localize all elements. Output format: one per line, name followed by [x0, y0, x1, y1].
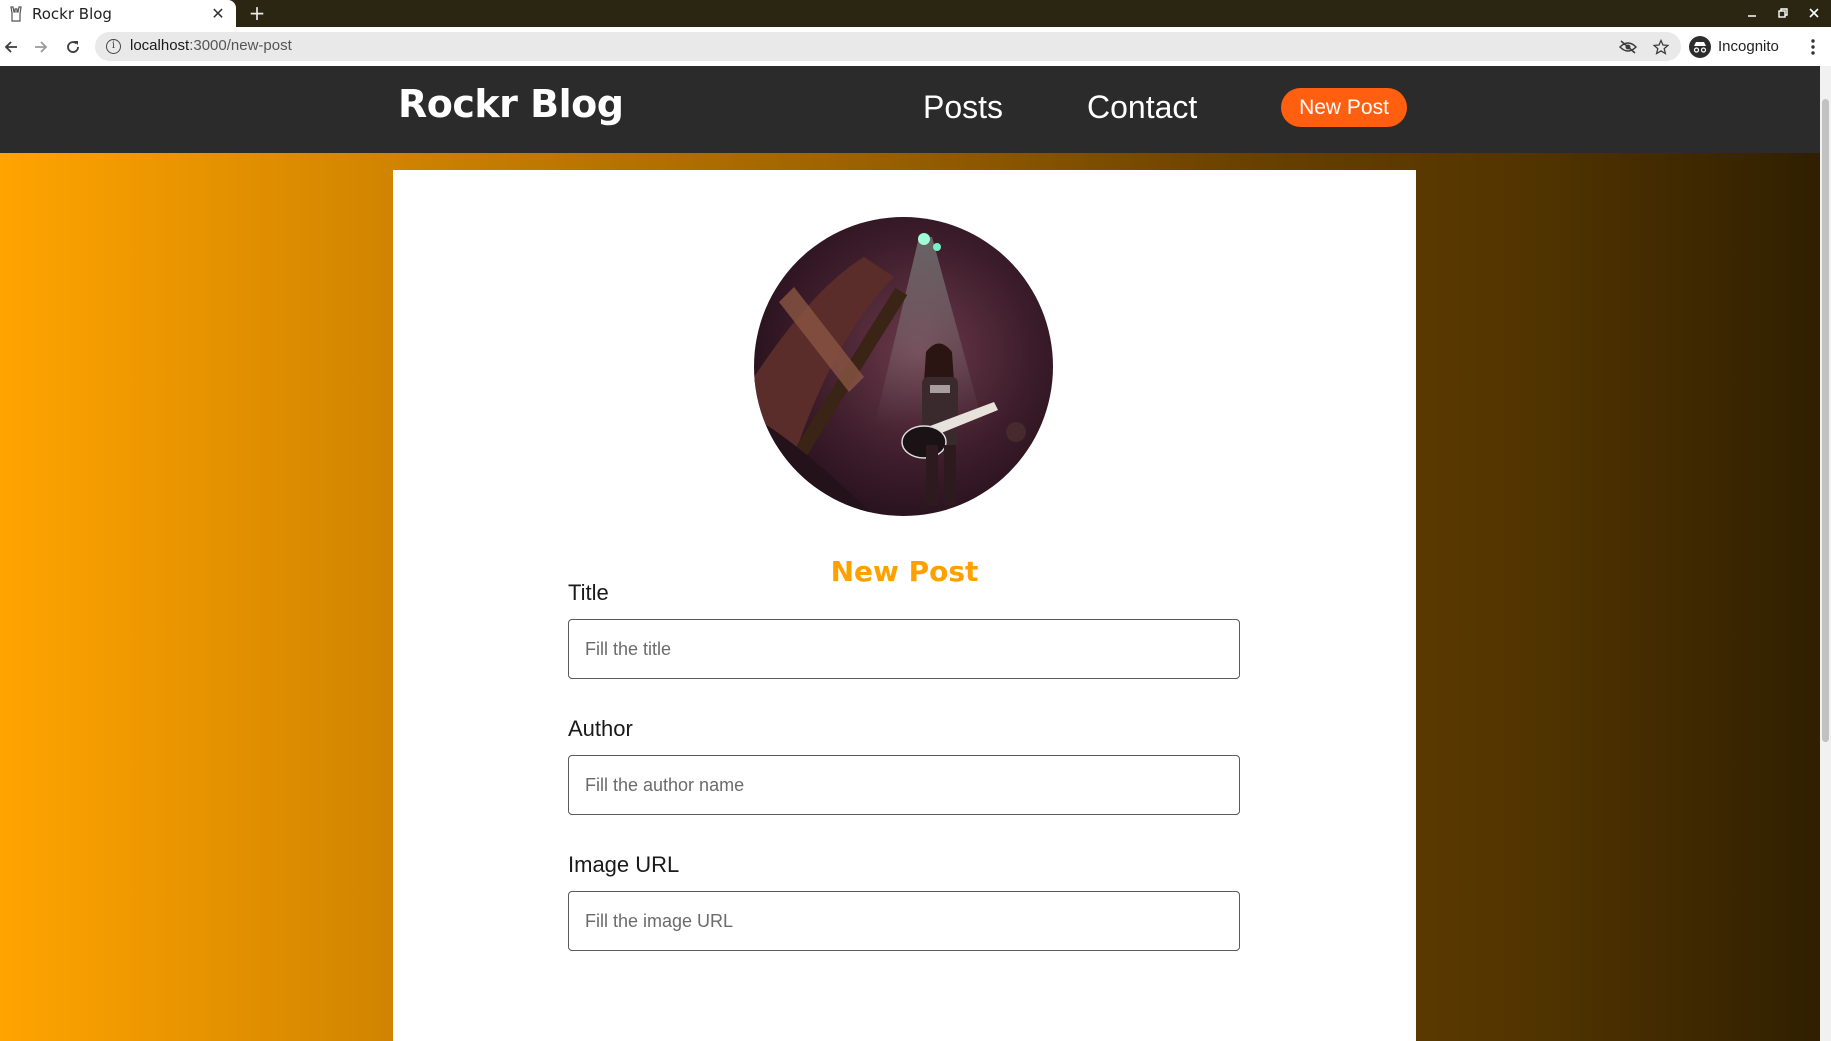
- minimize-icon[interactable]: [1740, 2, 1764, 24]
- browser-toolbar: i localhost:3000/new-post Incognito: [0, 27, 1831, 66]
- url-text[interactable]: localhost:3000/new-post: [130, 37, 292, 54]
- url-path: :3000/new-post: [189, 37, 292, 54]
- rock-hand-icon: [8, 5, 24, 22]
- close-window-icon[interactable]: [1802, 2, 1826, 24]
- new-tab-button[interactable]: +: [244, 1, 270, 25]
- nav-link-contact[interactable]: Contact: [1087, 89, 1197, 126]
- browser-tab[interactable]: Rockr Blog ✕: [0, 0, 236, 27]
- hero-image: [754, 217, 1053, 516]
- incognito-icon: [1689, 35, 1711, 58]
- star-icon[interactable]: [1651, 37, 1671, 57]
- new-post-button[interactable]: New Post: [1281, 88, 1407, 127]
- page-scrollbar[interactable]: [1820, 66, 1831, 1041]
- back-icon[interactable]: [0, 34, 24, 60]
- restore-icon[interactable]: [1771, 2, 1795, 24]
- scrollbar-thumb[interactable]: [1822, 99, 1829, 742]
- info-icon[interactable]: i: [106, 39, 121, 54]
- menu-icon[interactable]: [1803, 35, 1823, 59]
- profile-button[interactable]: Incognito: [1689, 31, 1779, 62]
- image-url-input[interactable]: [568, 891, 1240, 951]
- form-heading: New Post: [830, 555, 979, 588]
- forward-icon[interactable]: [28, 34, 54, 60]
- title-input[interactable]: [568, 619, 1240, 679]
- author-input[interactable]: [568, 755, 1240, 815]
- new-post-card: New Post Title Author Image URL: [393, 170, 1416, 1041]
- reload-icon[interactable]: [60, 34, 86, 60]
- image-url-label: Image URL: [568, 852, 680, 877]
- page-viewport: Rockr Blog Posts Contact New Post New Po…: [0, 66, 1831, 1041]
- site-header: Rockr Blog Posts Contact New Post: [0, 66, 1820, 153]
- site-logo[interactable]: Rockr Blog: [398, 82, 624, 126]
- eye-off-icon[interactable]: [1618, 37, 1638, 57]
- title-label: Title: [568, 580, 609, 605]
- address-bar[interactable]: i localhost:3000/new-post: [95, 32, 1681, 61]
- url-host: localhost: [130, 37, 190, 54]
- profile-label: Incognito: [1718, 38, 1779, 55]
- nav-link-posts[interactable]: Posts: [923, 89, 1003, 126]
- tab-title: Rockr Blog: [32, 4, 112, 23]
- tab-close-icon[interactable]: ✕: [208, 3, 228, 23]
- tab-strip: Rockr Blog ✕ +: [0, 0, 1831, 27]
- author-label: Author: [568, 716, 633, 741]
